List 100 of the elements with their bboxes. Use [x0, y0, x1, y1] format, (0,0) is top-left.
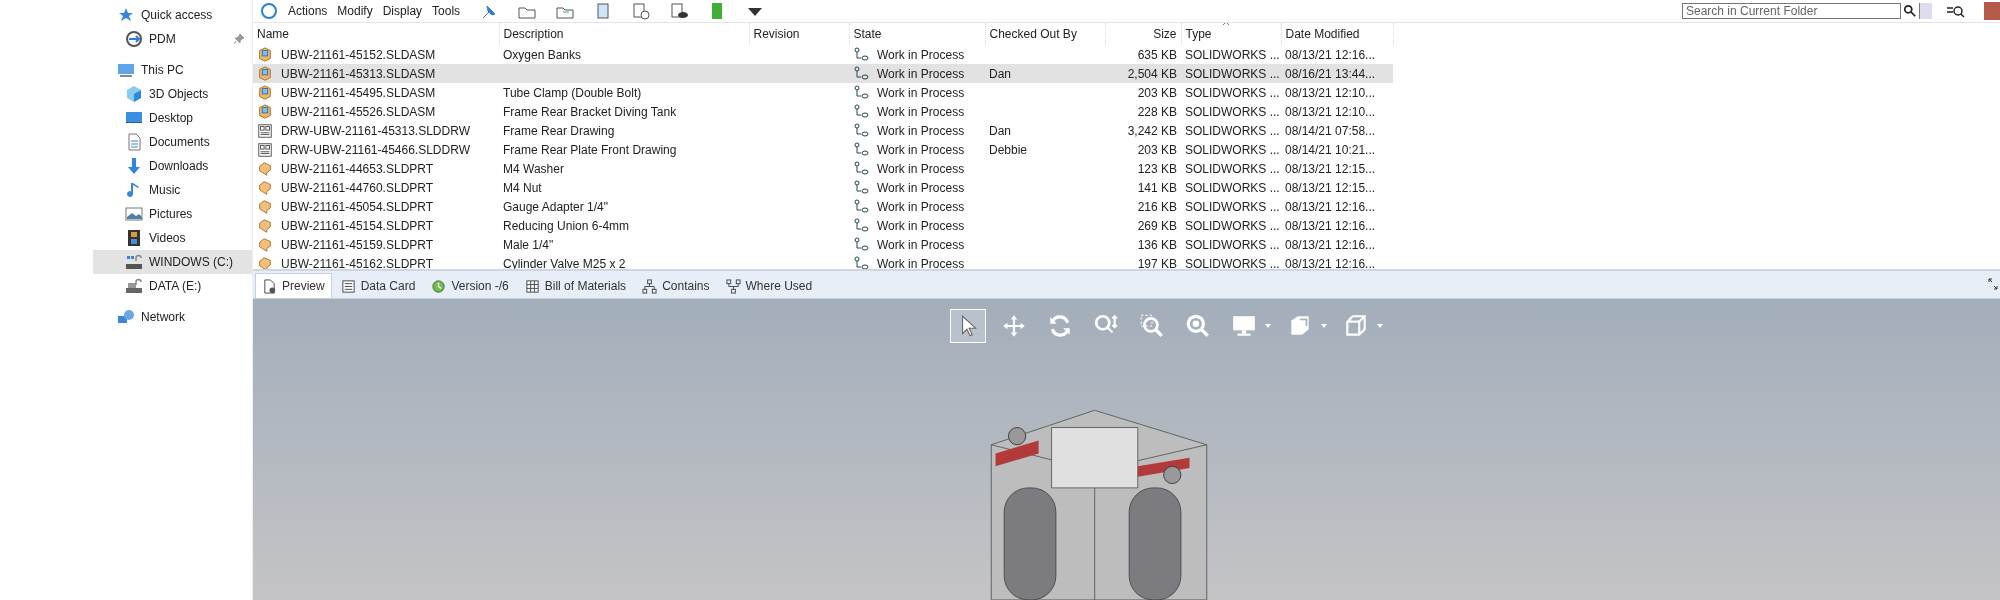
- column-header[interactable]: Name: [253, 23, 499, 45]
- menu-item[interactable]: Actions: [287, 4, 329, 18]
- column-header[interactable]: Size: [1105, 23, 1181, 45]
- date-modified: 08/16/21 13:44...: [1285, 66, 1376, 81]
- sidebar-item[interactable]: This PC: [0, 58, 252, 82]
- column-header[interactable]: Description: [499, 23, 749, 45]
- date-modified: 08/13/21 12:16...: [1285, 237, 1376, 252]
- file-type: SOLIDWORKS ...: [1185, 218, 1280, 233]
- workflow-state-icon: [853, 65, 869, 82]
- assembly-file-icon: [257, 65, 273, 82]
- pin-icon[interactable]: [233, 33, 245, 45]
- file-row[interactable]: UBW-21161-44760.SLDPRT M4 Nut Work in Process 141 KB SOLIDWORKS ... 08/13/21 12:15...: [253, 178, 1393, 197]
- file-row[interactable]: UBW-21161-45054.SLDPRT Gauge Adapter 1/4" Work in Process 216 KB SOLIDWORKS ... 08/13/21 12:16...: [253, 197, 1393, 216]
- file-row[interactable]: UBW-21161-44653.SLDPRT M4 Washer Work in Process 123 KB SOLIDWORKS ... 08/13/21 12:15...: [253, 159, 1393, 178]
- workflow-state-icon: [853, 122, 869, 139]
- file-size: 203 KB: [1137, 142, 1177, 157]
- menu-item[interactable]: Display: [381, 4, 424, 18]
- star-icon: [117, 6, 135, 24]
- tab[interactable]: Bill of Materials: [517, 273, 634, 298]
- assembly-file-icon: [257, 46, 273, 63]
- workflow-state-icon: [853, 160, 869, 177]
- state-text: Work in Process: [877, 85, 965, 100]
- expand-icon[interactable]: [1988, 278, 1998, 290]
- date-modified: 08/13/21 12:15...: [1285, 180, 1376, 195]
- file-size: 203 KB: [1137, 85, 1177, 100]
- date-modified: 08/13/21 12:16...: [1285, 256, 1376, 269]
- description-text: Frame Rear Plate Front Drawing: [503, 142, 677, 157]
- file-row[interactable]: UBW-21161-45495.SLDASM Tube Clamp (Double Bolt) Work in Process 203 KB SOLIDWORKS ... 08/13/21 12:10...: [253, 83, 1393, 102]
- search-icon[interactable]: [1903, 4, 1917, 18]
- file-size: 635 KB: [1137, 47, 1177, 62]
- file-size: 216 KB: [1137, 199, 1177, 214]
- user-name: Dan: [989, 66, 1011, 81]
- state-text: Work in Process: [877, 237, 965, 252]
- file-row[interactable]: UBW-21161-45526.SLDASM Frame Rear Bracket Diving Tank Work in Process 228 KB SOLIDWORKS ... 08/13/21 12:10...: [253, 102, 1393, 121]
- file-type: SOLIDWORKS ...: [1185, 47, 1280, 62]
- file-type: SOLIDWORKS ...: [1185, 142, 1280, 157]
- sidebar-item[interactable]: Downloads: [0, 154, 252, 178]
- file-name: UBW-21161-44760.SLDPRT: [281, 180, 434, 195]
- state-text: Work in Process: [877, 161, 965, 176]
- column-header[interactable]: Date Modified: [1281, 23, 1393, 45]
- pointer-tool[interactable]: [949, 309, 986, 343]
- user-name: Debbie: [989, 142, 1028, 157]
- menu-item[interactable]: Modify: [336, 4, 374, 18]
- state-text: Work in Process: [877, 104, 965, 119]
- file-name: UBW-21161-45159.SLDPRT: [281, 237, 434, 252]
- column-header[interactable]: Type: [1181, 23, 1281, 45]
- file-row[interactable]: UBW-21161-45159.SLDPRT Male 1/4" Work in Process 136 KB SOLIDWORKS ... 08/13/21 12:16...: [253, 235, 1393, 254]
- file-name: UBW-21161-45152.SLDASM: [281, 47, 436, 62]
- column-header[interactable]: Checked Out By: [985, 23, 1105, 45]
- file-row[interactable]: UBW-21161-45313.SLDASM Work in Process Dan 2,504 KB SOLIDWORKS ... 08/16/21 13:44...: [253, 64, 1393, 83]
- tab[interactable]: Data Card: [333, 273, 423, 298]
- part-file-icon: [257, 255, 273, 269]
- description-text: Oxygen Banks: [503, 47, 582, 62]
- sidebar-item[interactable]: 3D Objects: [0, 82, 252, 106]
- sidebar-item[interactable]: DATA (E:): [0, 274, 252, 298]
- date-modified: 08/13/21 12:10...: [1285, 104, 1376, 119]
- menu-item[interactable]: Tools: [431, 4, 462, 18]
- description-text: Reducing Union 6-4mm: [503, 218, 630, 233]
- workflow-state-icon: [853, 255, 869, 269]
- sidebar-item[interactable]: WINDOWS (C:): [93, 250, 252, 274]
- file-row[interactable]: DRW-UBW-21161-45313.SLDDRW Frame Rear Drawing Work in Process Dan 3,242 KB SOLIDWORKS ... 08/14/21 07:58...: [253, 121, 1393, 140]
- sidebar-item[interactable]: Documents: [0, 130, 252, 154]
- part-file-icon: [257, 236, 273, 253]
- table-icon: [524, 278, 540, 294]
- description-text: M4 Nut: [503, 180, 542, 195]
- column-header[interactable]: State: [849, 23, 985, 45]
- file-row[interactable]: UBW-21161-45154.SLDPRT Reducing Union 6-4mm Work in Process 269 KB SOLIDWORKS ... 08/13/21 12:16...: [253, 216, 1393, 235]
- date-modified: 08/13/21 12:16...: [1285, 218, 1376, 233]
- sidebar-item[interactable]: PDM: [0, 27, 252, 51]
- user-name: Dan: [989, 123, 1011, 138]
- file-row[interactable]: DRW-UBW-21161-45466.SLDDRW Frame Rear Plate Front Drawing Work in Process Debbie 203 KB SOLIDWORKS ... 08/14/21 10:21...: [253, 140, 1393, 159]
- file-type: SOLIDWORKS ...: [1185, 256, 1280, 269]
- monitor-icon: [117, 61, 135, 79]
- file-type: SOLIDWORKS ...: [1185, 237, 1280, 252]
- description-text: Frame Rear Drawing: [503, 123, 615, 138]
- part-file-icon: [257, 179, 273, 196]
- sidebar-item[interactable]: Pictures: [0, 202, 252, 226]
- search-field[interactable]: Search in Current Folder: [1682, 3, 1901, 19]
- document-icon: [262, 278, 277, 294]
- file-name: UBW-21161-45313.SLDASM: [281, 66, 436, 81]
- sidebar-item[interactable]: Music: [0, 178, 252, 202]
- file-type: SOLIDWORKS ...: [1185, 66, 1280, 81]
- sidebar-item[interactable]: Desktop: [0, 106, 252, 130]
- column-header[interactable]: Revision: [749, 23, 849, 45]
- tab[interactable]: Contains: [635, 273, 717, 298]
- part-file-icon: [257, 198, 273, 215]
- file-row[interactable]: UBW-21161-45152.SLDASM Oxygen Banks Work in Process 635 KB SOLIDWORKS ... 08/13/21 12:16...: [253, 45, 1393, 64]
- sidebar-item[interactable]: Quick access: [0, 3, 252, 27]
- sidebar-item[interactable]: Network: [0, 305, 252, 329]
- picture-icon: [125, 205, 143, 223]
- tab[interactable]: Where Used: [718, 273, 820, 298]
- sidebar-item[interactable]: Videos: [0, 226, 252, 250]
- workflow-state-icon: [853, 179, 869, 196]
- tab[interactable]: Version -/6: [424, 273, 516, 298]
- workflow-state-icon: [853, 46, 869, 63]
- file-name: UBW-21161-45054.SLDPRT: [281, 199, 434, 214]
- file-name: DRW-UBW-21161-45466.SLDDRW: [281, 142, 470, 157]
- state-text: Work in Process: [877, 66, 965, 81]
- description-text: Frame Rear Bracket Diving Tank: [503, 104, 677, 119]
- tab[interactable]: Preview: [255, 273, 332, 298]
